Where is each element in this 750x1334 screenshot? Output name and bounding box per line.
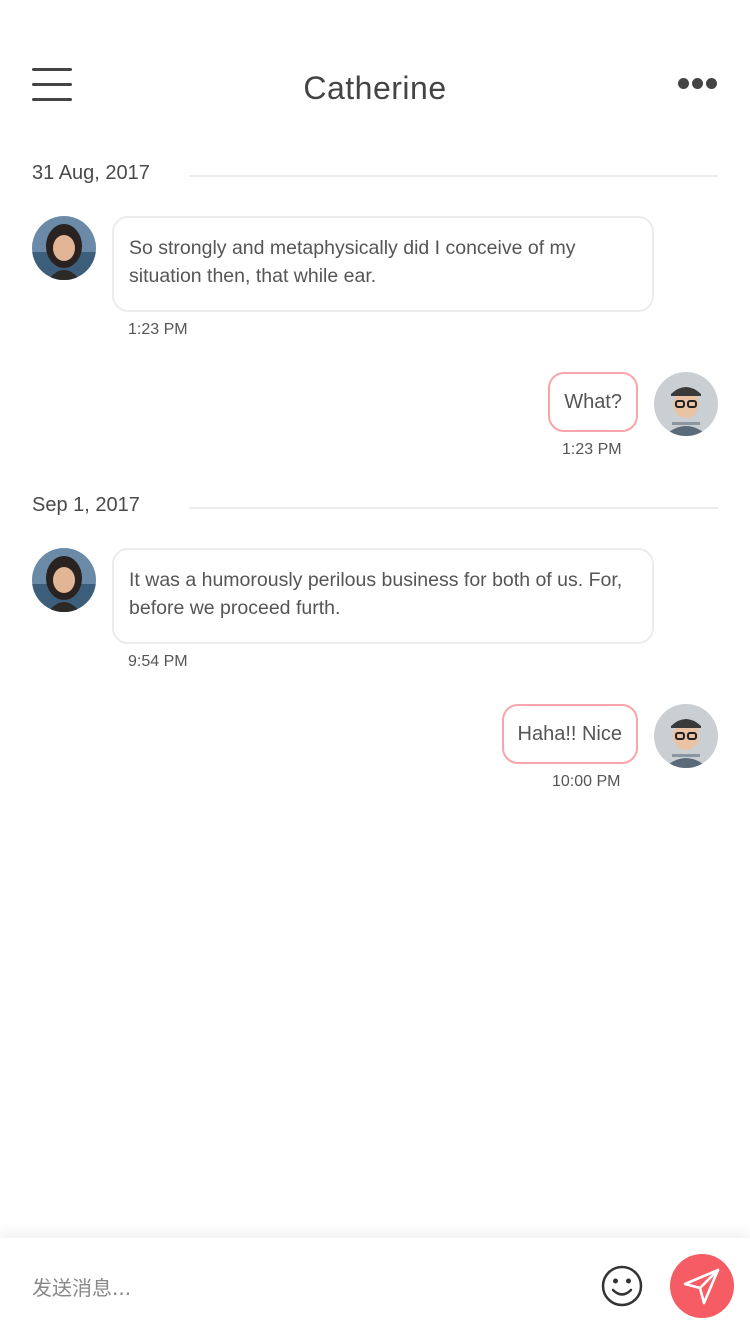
my-avatar[interactable] <box>654 704 718 768</box>
chat-header: Catherine <box>0 0 750 140</box>
date-separator: Sep 1, 2017 <box>32 494 718 524</box>
my-avatar[interactable] <box>654 372 718 436</box>
paper-plane-send-icon <box>683 1268 720 1305</box>
incoming-message-bubble[interactable]: It was a humorously perilous business fo… <box>112 548 654 644</box>
date-label: Sep 1, 2017 <box>32 494 140 516</box>
contact-avatar[interactable] <box>32 216 96 280</box>
outgoing-message-bubble[interactable]: Haha!! Nice <box>501 704 638 764</box>
divider-line <box>189 175 718 177</box>
message-time: 1:23 PM <box>128 321 188 338</box>
incoming-message-bubble[interactable]: So strongly and metaphysically did I con… <box>112 216 654 312</box>
date-separator: 31 Aug, 2017 <box>32 162 718 192</box>
message-input[interactable] <box>32 1268 552 1308</box>
send-button[interactable] <box>670 1254 734 1318</box>
divider-line <box>189 507 718 509</box>
outgoing-message-bubble[interactable]: What? <box>548 372 638 432</box>
more-options-icon[interactable] <box>678 78 718 90</box>
contact-name-title: Catherine <box>303 70 447 106</box>
message-composer <box>0 1238 750 1334</box>
contact-avatar[interactable] <box>32 548 96 612</box>
message-time: 1:23 PM <box>562 441 622 458</box>
smiley-face-icon[interactable] <box>600 1264 644 1308</box>
message-time: 10:00 PM <box>552 773 621 790</box>
date-label: 31 Aug, 2017 <box>32 162 150 184</box>
message-time: 9:54 PM <box>128 653 188 670</box>
